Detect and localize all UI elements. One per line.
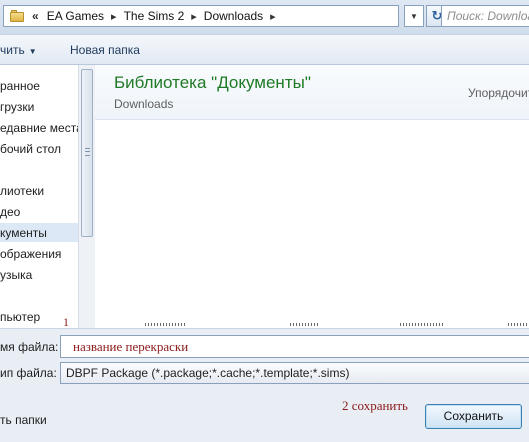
breadcrumb-separator-icon[interactable]: ▸ (270, 10, 276, 23)
arrange-by-button[interactable]: Упорядочить (468, 86, 529, 100)
file-item-partial[interactable] (290, 323, 318, 326)
library-title: Библиотека "Документы" (114, 73, 311, 92)
navigation-pane: ранное грузки едавние места бочий стол л… (0, 65, 78, 328)
library-header: Библиотека "Документы" Downloads Упорядо… (95, 65, 529, 120)
address-dropdown-button[interactable]: ▼ (404, 5, 424, 27)
file-name-input[interactable]: название перекраски (60, 335, 529, 358)
file-list-pane[interactable]: Библиотека "Документы" Downloads Упорядо… (95, 65, 529, 328)
toolbar: чить ▼ Новая папка (0, 34, 529, 65)
nav-item-downloads[interactable]: грузки (0, 100, 34, 114)
nav-item-documents[interactable]: кументы (0, 223, 78, 242)
nav-item-computer[interactable]: пьютер (0, 310, 40, 324)
nav-item-video[interactable]: део (0, 205, 20, 219)
breadcrumb-the-sims-2[interactable]: The Sims 2 (124, 9, 185, 23)
nav-item-recent-places[interactable]: едавние места (0, 121, 78, 135)
nav-item-favorites[interactable]: ранное (0, 79, 40, 93)
library-subtitle: Downloads (114, 97, 174, 111)
nav-item-pictures[interactable]: ображения (0, 247, 61, 261)
grip-icon (85, 148, 90, 156)
file-item-partial[interactable] (145, 323, 187, 326)
hide-folders-toggle[interactable]: ть папки (0, 413, 47, 427)
chevron-down-icon: ▼ (28, 47, 37, 56)
overflow-chevron-icon[interactable]: « (32, 9, 39, 23)
file-name-label: мя файла: (0, 340, 59, 354)
annotation-step-2: 2 сохранить (342, 398, 408, 413)
breadcrumb-ea-games[interactable]: EA Games (47, 9, 104, 23)
organize-label: чить (0, 43, 25, 57)
search-input[interactable]: Поиск: Downloads (441, 5, 529, 27)
address-row: « EA Games ▸ The Sims 2 ▸ Downloads ▸ ▼ … (0, 0, 529, 34)
breadcrumb-downloads[interactable]: Downloads (204, 9, 263, 23)
new-folder-button[interactable]: Новая папка (70, 43, 140, 57)
nav-scrollbar[interactable] (78, 65, 95, 328)
breadcrumb-separator-icon[interactable]: ▸ (191, 10, 197, 23)
nav-item-music[interactable]: узыка (0, 268, 32, 282)
breadcrumb-separator-icon[interactable]: ▸ (111, 10, 117, 23)
nav-item-desktop[interactable]: бочий стол (0, 142, 61, 156)
file-item-partial[interactable] (508, 323, 528, 326)
folder-icon (10, 9, 24, 22)
file-item-partial[interactable] (400, 323, 444, 326)
nav-item-libraries[interactable]: лиотеки (0, 184, 44, 198)
address-bar[interactable]: « EA Games ▸ The Sims 2 ▸ Downloads ▸ (3, 5, 399, 27)
chevron-down-icon: ▼ (410, 11, 418, 21)
file-type-label: ип файла: (0, 366, 57, 380)
nav-scrollbar-thumb[interactable] (81, 69, 93, 237)
organize-button[interactable]: чить ▼ (0, 43, 37, 57)
file-type-select[interactable]: DBPF Package (*.package;*.cache;*.templa… (60, 362, 529, 384)
save-button[interactable]: Сохранить (425, 404, 522, 429)
